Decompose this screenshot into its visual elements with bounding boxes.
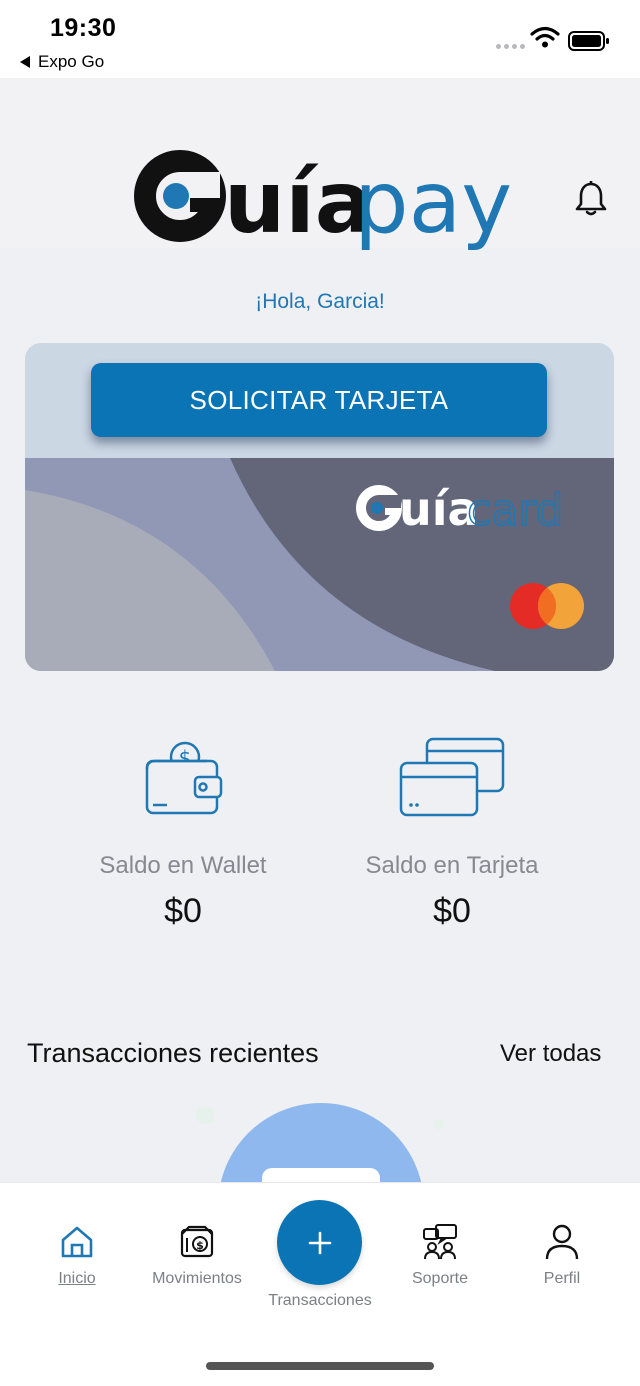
status-time: 19:30 [50, 14, 117, 42]
tab-movimientos[interactable]: $ Movimientos [137, 1222, 257, 1288]
back-app-label: Expo Go [38, 52, 105, 71]
support-chat-icon [423, 1224, 457, 1260]
see-all-link[interactable]: Ver todas [500, 1040, 601, 1068]
tab-transacciones-label[interactable]: Transacciones [230, 1292, 410, 1310]
tab-movimientos-label: Movimientos [152, 1270, 242, 1287]
decorative-dot [196, 1106, 214, 1124]
tab-perfil-label: Perfil [543, 1270, 581, 1287]
wallet-balance-amount: $0 [164, 892, 202, 930]
virtual-card: SOLICITAR TARJETA uía card [25, 343, 614, 671]
wallet-balance[interactable]: $ Saldo en Wallet $0 [33, 735, 333, 931]
svg-text:uía: uía [224, 153, 373, 252]
cellular-signal-icon [496, 44, 525, 49]
svg-text:pay: pay [354, 153, 512, 252]
back-to-app-button[interactable]: Expo Go [20, 52, 104, 72]
profile-user-icon [545, 1224, 579, 1260]
greeting-text: ¡Hola, Garcia! [255, 290, 385, 313]
guiacard-logo: uía card [355, 478, 595, 538]
tab-perfil[interactable]: Perfil [502, 1222, 622, 1288]
wallet-icon: $ [145, 741, 223, 815]
battery-icon [568, 31, 609, 51]
card-balance[interactable]: Saldo en Tarjeta $0 [302, 735, 602, 931]
recent-transactions-title: Transacciones recientes [27, 1038, 319, 1068]
new-transaction-button[interactable] [277, 1200, 362, 1285]
tab-soporte[interactable]: Soporte [380, 1222, 500, 1288]
home-icon [61, 1226, 93, 1258]
mastercard-logo [510, 583, 584, 629]
home-indicator[interactable] [206, 1362, 434, 1370]
tab-soporte-label: Soporte [411, 1270, 469, 1287]
card-balance-label: Saldo en Tarjeta [365, 852, 539, 879]
card-balance-amount: $0 [433, 892, 471, 930]
decorative-dot [434, 1120, 444, 1130]
tab-inicio[interactable]: Inicio [17, 1222, 137, 1288]
status-bar: 19:30 Expo Go [0, 0, 640, 78]
guiapay-logo: uía pay [132, 148, 512, 252]
notifications-bell-icon[interactable] [574, 180, 608, 218]
wallet-balance-label: Saldo en Wallet [99, 852, 267, 879]
plus-icon [308, 1231, 331, 1254]
wifi-icon [530, 26, 560, 48]
back-arrow-icon [20, 56, 30, 68]
svg-text:card: card [467, 485, 563, 536]
tab-inicio-label: Inicio [58, 1270, 96, 1287]
cards-icon [399, 737, 505, 817]
movements-wallet-icon: $ [180, 1225, 214, 1258]
request-card-button[interactable]: SOLICITAR TARJETA [91, 363, 547, 437]
svg-text:$: $ [196, 1239, 204, 1252]
